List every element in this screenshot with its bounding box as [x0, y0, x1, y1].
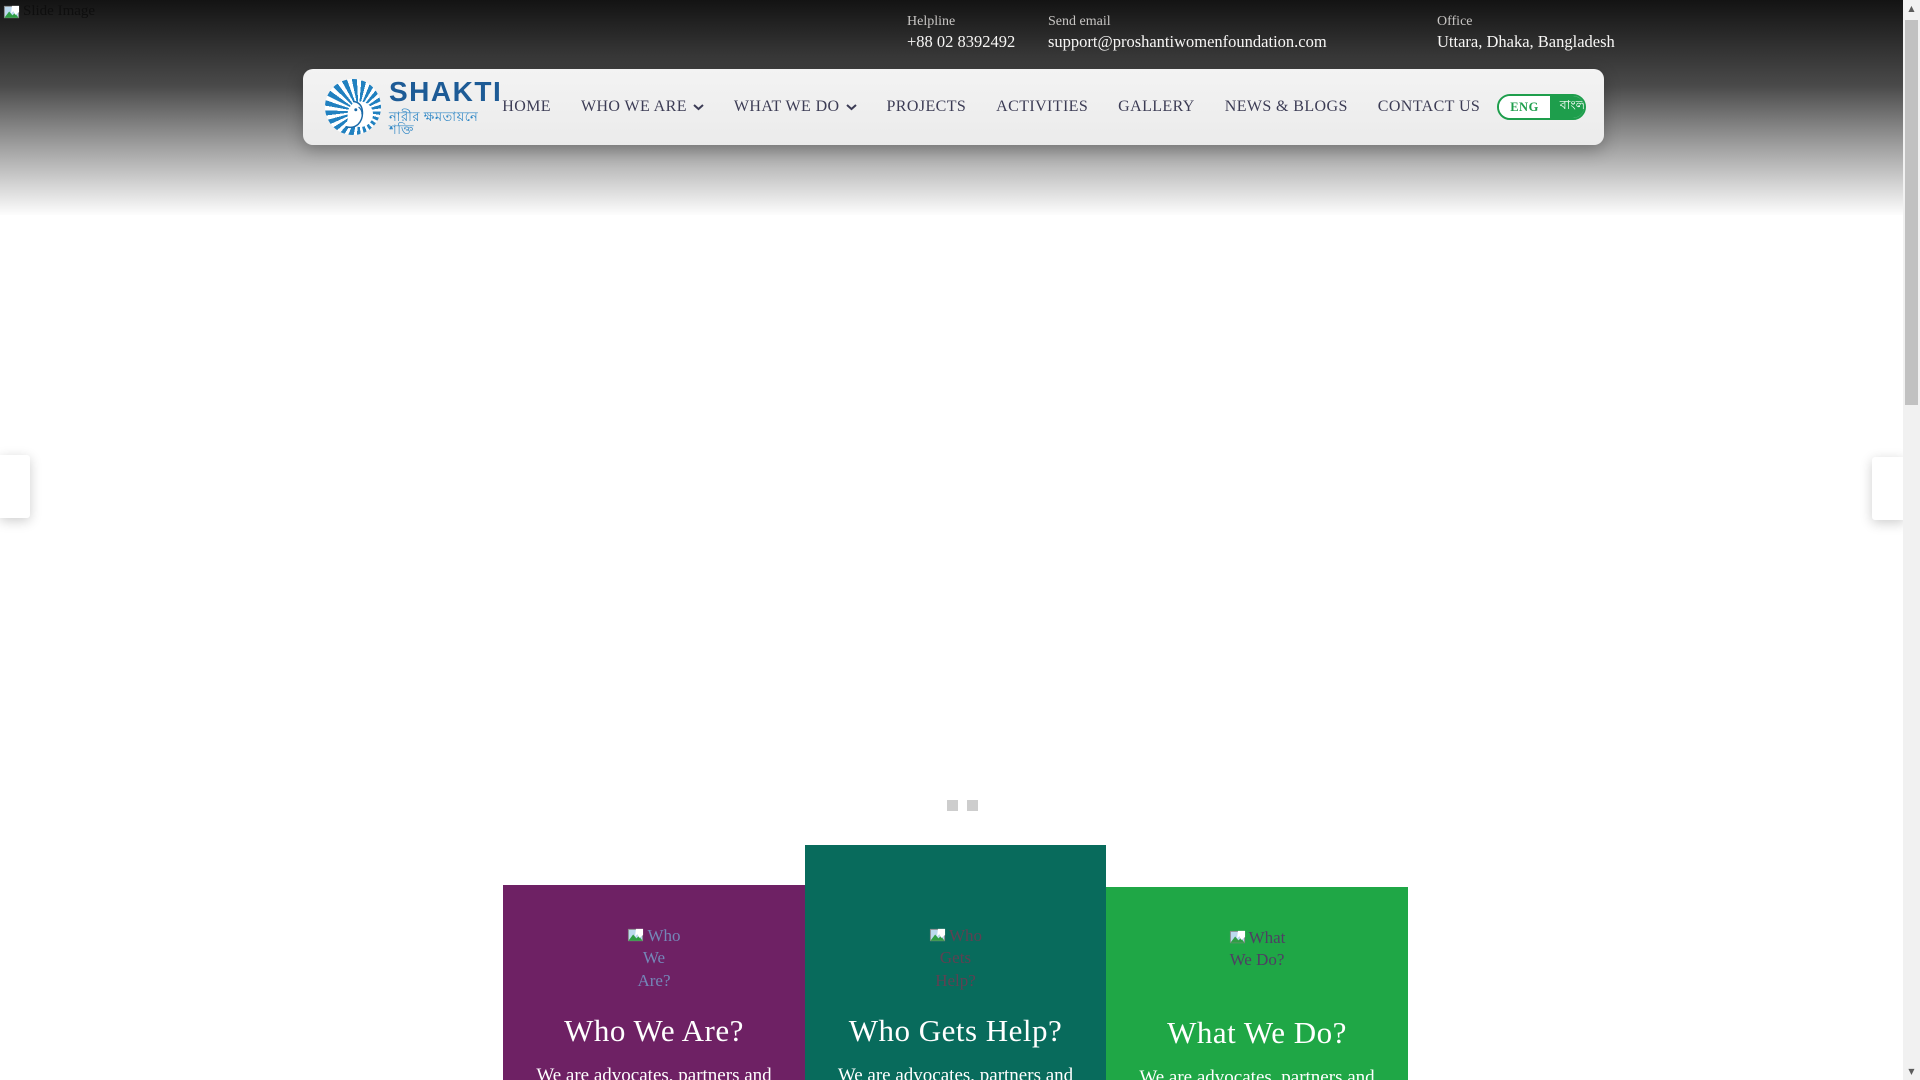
slider-dot-1[interactable] [947, 800, 958, 811]
card-who-gets-help[interactable]: Who Gets Help? Who Gets Help? We are adv… [805, 845, 1106, 1080]
main-menu: HOME WHO WE ARE WHAT WE DO PROJECTS ACTI… [502, 98, 1480, 116]
nav-item-label: GALLERY [1118, 98, 1195, 115]
hero-slide-broken-image: Slide Image [3, 3, 95, 21]
scrollbar[interactable]: ▲ ▼ [1903, 0, 1920, 1080]
language-toggle[interactable]: ENG বাংলা [1497, 94, 1586, 120]
scrollbar-down-arrow[interactable]: ▼ [1903, 1063, 1920, 1080]
brand-logo[interactable]: SHAKTI নারীর ক্ষমতায়নে শক্তি [325, 78, 502, 136]
brand-name: SHAKTI [389, 76, 503, 107]
broken-image-icon [628, 928, 644, 942]
nav-item-projects[interactable]: PROJECTS [887, 98, 967, 116]
card-text: We are advocates, partners and [837, 1065, 1074, 1080]
nav-item-label: NEWS & BLOGS [1224, 98, 1348, 115]
broken-image-icon [3, 5, 20, 19]
brand-text: SHAKTI নারীর ক্ষমতায়নে শক্তি [389, 76, 503, 137]
broken-image-icon [929, 928, 946, 942]
nav-item-who-we-are[interactable]: WHO WE ARE [581, 98, 704, 116]
card-title[interactable]: Who We Are? [503, 1013, 805, 1049]
nav-item-label: HOME [502, 98, 551, 115]
card-inner: What We Do? What We Do? We are advocates… [1106, 887, 1408, 1080]
slider-dots [947, 800, 978, 811]
main-navbar: SHAKTI নারীর ক্ষমতায়নে শক্তি HOME WHO W… [303, 69, 1604, 145]
shakti-logo-icon [325, 79, 381, 135]
chevron-down-icon [845, 103, 857, 110]
card-broken-image: Who We Are? [626, 925, 683, 1013]
scrollbar-up-arrow[interactable]: ▲ [1903, 0, 1920, 17]
chevron-down-icon [693, 103, 704, 110]
card-title[interactable]: Who Gets Help? [805, 1013, 1106, 1049]
topbar-helpline: Helpline +88 02 8392492 [907, 13, 1015, 52]
page: Slide Image Helpline +88 02 8392492 Send… [0, 0, 1920, 1080]
helpline-number[interactable]: +88 02 8392492 [907, 32, 1015, 52]
nav-item-label: CONTACT US [1377, 98, 1481, 115]
card-who-we-are[interactable]: Who We Are? Who We Are? We are advocates… [503, 885, 805, 1080]
email-label: Send email [1048, 14, 1111, 29]
card-broken-image: Who Gets Help? [927, 925, 984, 1013]
hero-slide-alt-text: Slide Image [23, 3, 96, 19]
broken-image-icon [1229, 930, 1245, 944]
topbar-email: Send email support@proshantiwomenfoundat… [1048, 13, 1327, 52]
card-text: We are advocates, partners and [536, 1065, 772, 1080]
brand-tagline: নারীর ক্ষমতায়নে শক্তি [389, 109, 479, 137]
scrollbar-thumb[interactable] [1905, 20, 1918, 405]
slider-dot-2[interactable] [967, 800, 978, 811]
card-title[interactable]: What We Do? [1106, 1015, 1408, 1051]
office-address: Uttara, Dhaka, Bangladesh [1437, 32, 1615, 51]
nav-item-news-blogs[interactable]: NEWS & BLOGS [1225, 98, 1348, 116]
nav-item-home[interactable]: HOME [502, 98, 551, 116]
office-label: Office [1437, 14, 1473, 29]
helpline-label: Helpline [907, 14, 956, 29]
nav-item-gallery[interactable]: GALLERY [1118, 98, 1195, 116]
email-address[interactable]: support@proshantiwomenfoundation.com [1048, 32, 1327, 52]
nav-item-what-we-do[interactable]: WHAT WE DO [734, 98, 857, 116]
language-eng-button[interactable]: ENG [1499, 96, 1550, 118]
nav-item-label: PROJECTS [886, 98, 967, 115]
card-text: We are advocates, partners and [1139, 1067, 1375, 1080]
nav-item-label: ACTIVITIES [996, 98, 1089, 115]
card-inner: Who Gets Help? Who Gets Help? We are adv… [805, 845, 1106, 1080]
topbar-office: Office Uttara, Dhaka, Bangladesh [1437, 13, 1615, 52]
card-broken-image: What We Do? [1229, 927, 1286, 1015]
nav-item-activities[interactable]: ACTIVITIES [996, 98, 1088, 116]
nav-item-contact-us[interactable]: CONTACT US [1378, 98, 1480, 116]
card-what-we-do[interactable]: What We Do? What We Do? We are advocates… [1106, 887, 1408, 1080]
nav-item-label: WHO WE ARE [580, 98, 687, 115]
language-bangla-button[interactable]: বাংলা [1549, 96, 1585, 118]
slider-next-button[interactable] [1872, 457, 1905, 520]
card-inner: Who We Are? Who We Are? We are advocates… [503, 885, 805, 1080]
slider-prev-button[interactable] [0, 455, 30, 518]
nav-item-label: WHAT WE DO [733, 98, 840, 115]
